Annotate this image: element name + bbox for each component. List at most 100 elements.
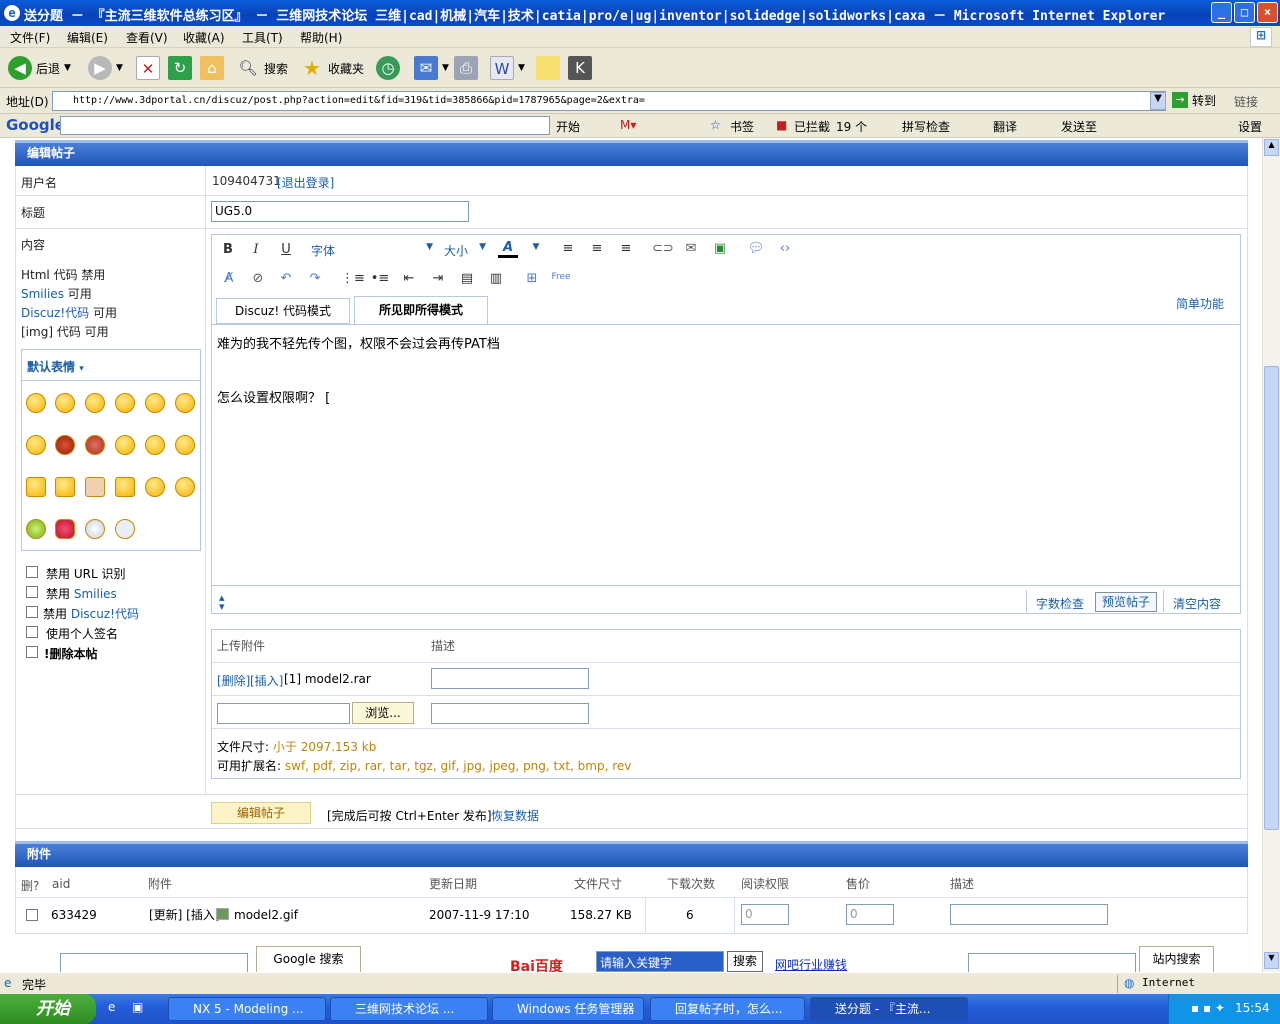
menu-view[interactable]: 查看(V) [126,29,168,46]
wink-icon[interactable] [175,435,195,455]
scroll-thumb[interactable] [1264,366,1279,830]
happy-icon[interactable] [175,477,195,497]
thumbs-up-icon[interactable] [26,477,46,497]
quote-icon[interactable]: 💬︎ [746,241,766,256]
underline-icon[interactable]: U [276,242,296,257]
google-settings[interactable]: 设置 [1238,118,1262,135]
clock-icon[interactable] [85,519,105,539]
signature-checkbox[interactable] [26,626,38,638]
redo-icon[interactable]: ↷ [305,271,325,286]
note-button[interactable] [536,54,560,82]
tongue-icon[interactable] [85,393,105,413]
price-input[interactable]: 0 [846,904,894,925]
google-footer-input[interactable] [60,953,248,972]
sweat-icon[interactable] [145,477,165,497]
laugh-icon[interactable] [175,393,195,413]
preview-button[interactable]: 预览帖子 [1095,592,1157,612]
italic-icon[interactable]: I [246,242,266,257]
float-right-icon[interactable]: ▥ [486,271,506,286]
forward-button[interactable]: ▶ ▼ [88,54,123,82]
handshake-icon[interactable] [115,477,135,497]
print-button[interactable]: ⎙ [454,54,478,82]
popup-blocked[interactable]: 已拦截 [794,118,830,135]
scroll-down-icon[interactable]: ▼ [1264,952,1279,969]
edit-post-submit-button[interactable]: 编辑帖子 [211,802,311,824]
text-color-icon[interactable]: A [498,240,518,258]
devil-icon[interactable] [85,435,105,455]
shock-icon[interactable] [145,435,165,455]
stop-button[interactable]: ✕ [136,54,160,82]
task-reply-post[interactable]: 回复帖子时，怎么... [650,997,805,1021]
menu-favorites[interactable]: 收藏(A) [183,29,225,46]
phone-icon[interactable] [115,519,135,539]
window-title-bar[interactable]: e 送分题 － 『主流三维软件总练习区』 － 三维网技术论坛 三维|cad|机械… [0,0,1280,26]
tab-wysiwyg-mode[interactable]: 所见即所得模式 [354,296,488,325]
attach-desc-input-1[interactable] [431,668,589,689]
confused-icon[interactable] [26,435,46,455]
blush-icon[interactable] [115,393,135,413]
baidu-search-input[interactable]: 请输入关键字 [596,951,724,972]
link-icon[interactable]: ⊂⊃ [652,241,674,256]
search-button[interactable]: 🔍︎ 搜索 [236,54,288,82]
attachment-filename[interactable]: model2.gif [234,908,298,922]
word-count-link[interactable]: 字数检查 [1036,595,1084,612]
send-to[interactable]: 发送至 [1061,118,1097,135]
restore-data-link[interactable]: 恢复数据 [491,807,539,824]
google-bookmarks[interactable]: 书签 [730,118,754,135]
back-button[interactable]: ◀ 后退 ▼ [8,54,71,82]
task-3dportal[interactable]: 三维网技术论坛 ... [330,997,488,1021]
bold-icon[interactable]: B [218,242,238,257]
spell-check[interactable]: 拼写检查 [902,118,950,135]
emoticons-label[interactable]: 默认表情 ▾ [27,358,84,375]
undo-icon[interactable]: ↶ [276,271,296,286]
go-button[interactable]: → 转到 [1172,92,1216,109]
remove-format-icon[interactable]: A̸ [219,271,239,286]
disable-discuz-checkbox[interactable] [26,606,38,618]
vertical-scrollbar[interactable]: ▲ ▼ [1262,138,1280,972]
task-nx5[interactable]: NX 5 - Modeling ... [168,997,326,1021]
site-search-input[interactable] [968,953,1136,972]
editor-textarea[interactable]: 难为的我不轻先传个图，权限不会过会再传PAT档 怎么设置权限啊？ [ [212,325,1240,585]
maximize-button[interactable]: □ [1234,2,1255,23]
k-button[interactable]: K [568,54,592,82]
address-input[interactable]: http://www.3dportal.cn/discuz/post.php?a… [52,91,1166,111]
refresh-button[interactable]: ↻ [168,54,192,82]
disable-smilies-checkbox[interactable] [26,586,38,598]
site-search-button[interactable]: 站内搜索 [1139,946,1214,972]
links-label[interactable]: 链接 [1234,93,1258,110]
google-start[interactable]: 开始 [556,118,580,135]
table-icon[interactable]: ⊞ [522,271,542,286]
cry-icon[interactable] [115,435,135,455]
scroll-up-icon[interactable]: ▲ [1264,139,1279,156]
outdent-icon[interactable]: ⇤ [399,271,419,286]
history-button[interactable]: ◷ [376,54,400,82]
quick-launch-desktop-icon[interactable]: ▣ [132,1000,143,1014]
align-left-icon[interactable]: ≡ [558,241,578,256]
email-icon[interactable]: ✉ [681,241,701,256]
delete-attach-link[interactable]: [删除] [217,672,250,689]
task-task-manager[interactable]: Windows 任务管理器 [492,997,644,1021]
word-button[interactable]: W ▼ [490,54,525,82]
ordered-list-icon[interactable]: ⋮≡ [341,271,365,286]
ad-link[interactable]: 网吧行业赚钱 [775,956,847,972]
baidu-search-button[interactable]: 搜索 [727,951,763,972]
menu-help[interactable]: 帮助(H) [300,29,342,46]
float-left-icon[interactable]: ▤ [457,271,477,286]
start-button[interactable]: 开始 [0,994,96,1024]
resize-editor-icon[interactable]: ▴ ▾ [219,592,225,612]
unordered-list-icon[interactable]: •≡ [370,271,390,286]
size-select[interactable]: 大小 ▼ [444,242,486,259]
minimize-button[interactable]: _ [1211,2,1232,23]
attachment-delete-checkbox[interactable] [26,909,38,921]
attach-desc-input-2[interactable] [431,703,589,724]
victory-icon[interactable] [85,477,105,497]
task-current-window[interactable]: 送分题 - 『主流... [810,997,968,1021]
code-icon[interactable]: ‹› [775,241,795,256]
image-icon[interactable]: ▣ [710,241,730,256]
align-center-icon[interactable]: ≡ [587,241,607,256]
align-right-icon[interactable]: ≡ [616,241,636,256]
simple-mode-link[interactable]: 简单功能 [1176,295,1224,312]
delete-post-checkbox[interactable] [26,646,38,658]
logout-link[interactable]: [退出登录] [277,174,334,191]
lips-icon[interactable] [55,519,75,539]
